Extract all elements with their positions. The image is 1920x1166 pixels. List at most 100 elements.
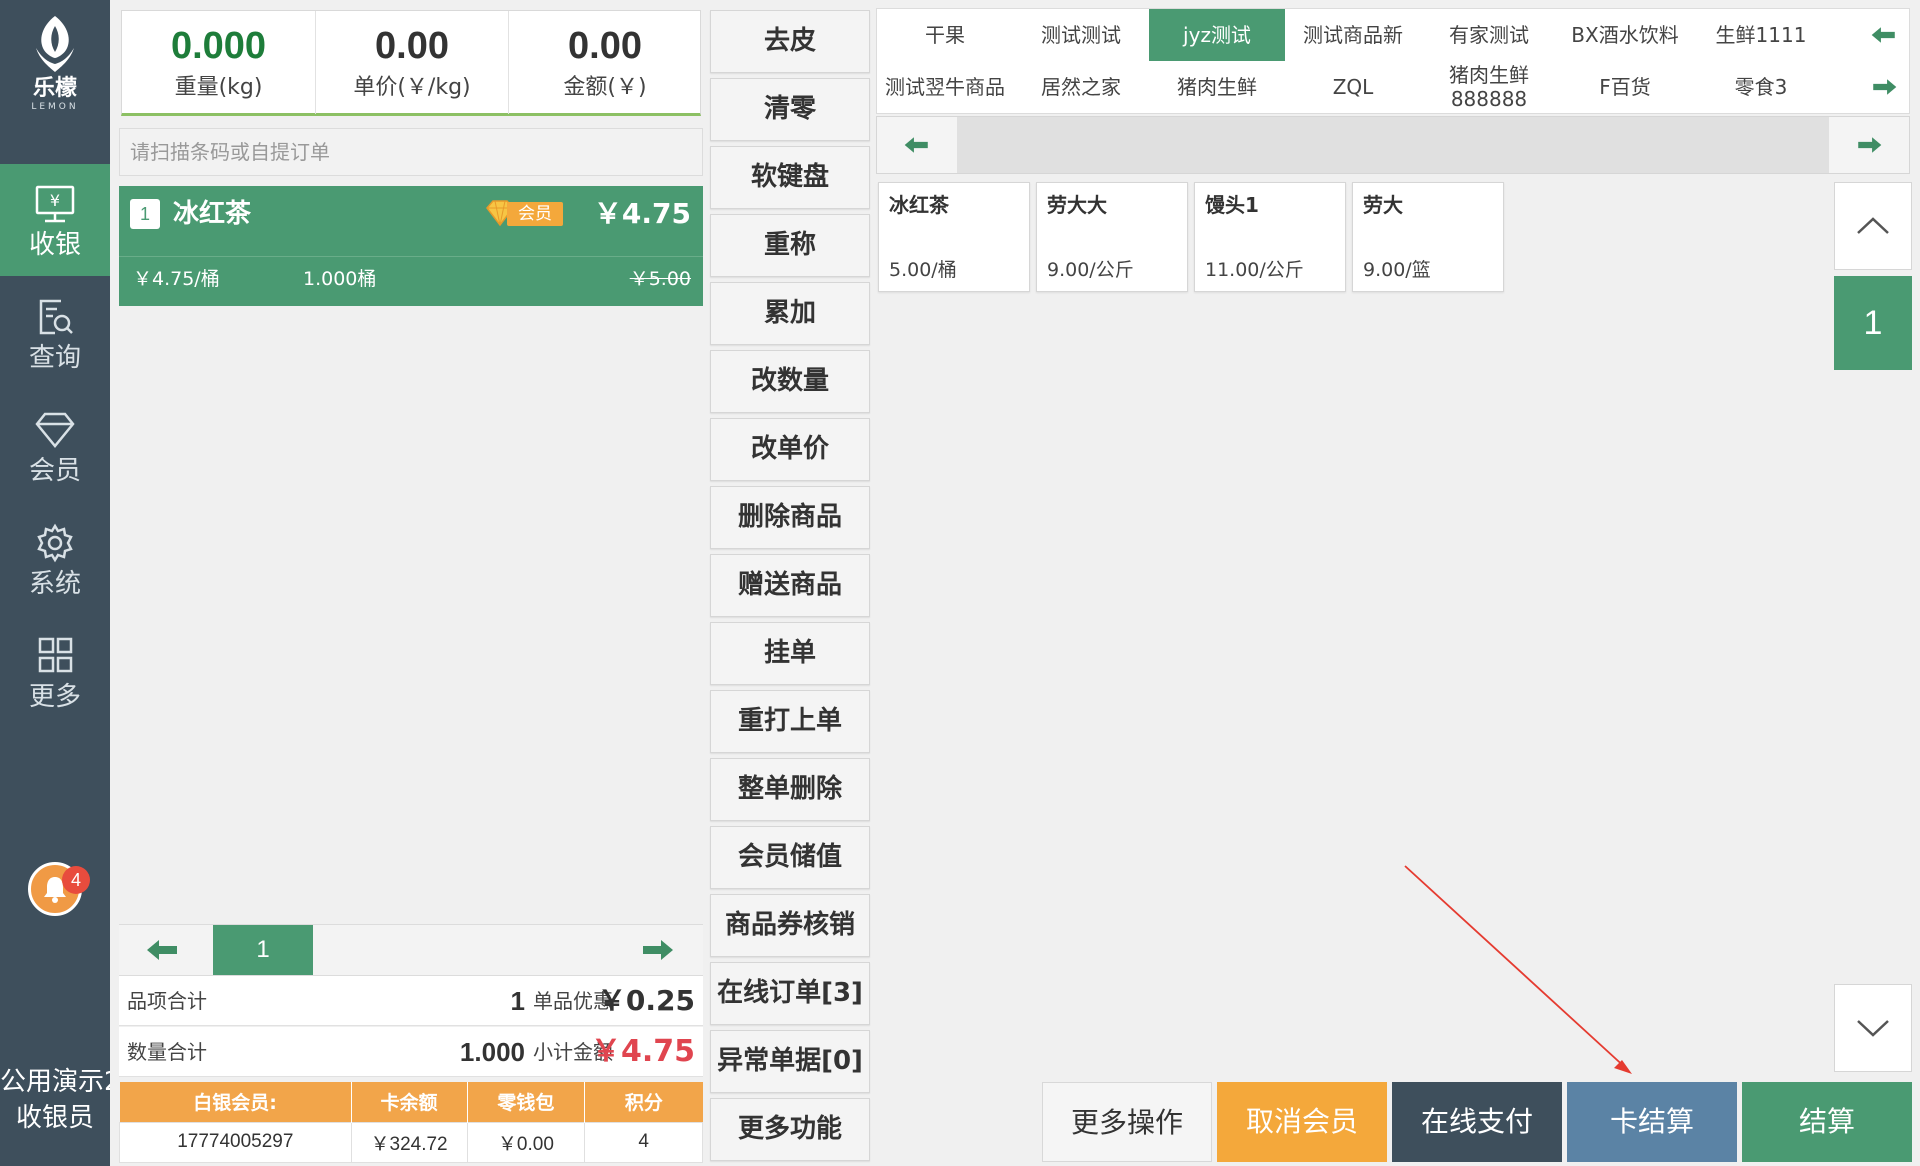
product-page-up-button[interactable]	[1834, 182, 1912, 270]
scale-display: 0.000 重量(kg) 0.00 单价(￥/kg) 0.00 金额(￥)	[121, 10, 701, 116]
card-checkout-button[interactable]: 卡结算	[1567, 1082, 1737, 1162]
cart-item[interactable]: 1 冰红茶 会员 ￥4.75 ￥4.75/桶 1.000桶 ￥5.00	[119, 186, 703, 306]
member-recharge-button[interactable]: 会员储值	[710, 826, 870, 889]
wallet-header: 零钱包	[467, 1082, 586, 1122]
category-tab[interactable]: BX酒水饮料	[1557, 9, 1693, 61]
barcode-input[interactable]	[119, 128, 703, 176]
brand-logo: 乐檬 LEMON	[0, 14, 110, 112]
member-info-table: 白银会员: 卡余额 零钱包 积分 17774005297 ￥324.72 ￥0.…	[119, 1082, 703, 1163]
items-count-value: 1	[510, 986, 525, 1016]
product-card[interactable]: 冰红茶 5.00/桶	[878, 182, 1030, 292]
soft-keyboard-button[interactable]: 软键盘	[710, 146, 870, 209]
nav-item-system[interactable]: 系统	[0, 503, 110, 615]
unit-price-value: 0.00	[375, 25, 449, 67]
items-count-label: 品项合计	[127, 989, 207, 1013]
gear-icon	[37, 523, 73, 563]
more-operations-button[interactable]: 更多操作	[1042, 1082, 1212, 1162]
category-tab[interactable]: 猪肉生鲜	[1149, 61, 1285, 113]
zero-button[interactable]: 清零	[710, 78, 870, 141]
online-pay-button[interactable]: 在线支付	[1392, 1082, 1562, 1162]
arrow-right-icon	[1858, 137, 1882, 153]
delete-item-button[interactable]: 删除商品	[710, 486, 870, 549]
category-tab[interactable]: 测试商品新	[1285, 9, 1421, 61]
cart-pager: 1	[119, 924, 703, 976]
category-tab-active[interactable]: jyz测试	[1149, 9, 1285, 61]
category-tab[interactable]: 猪肉生鲜888888	[1421, 61, 1557, 113]
category-tab[interactable]: 生鲜1111	[1693, 9, 1829, 61]
online-orders-button[interactable]: 在线订单[3]	[710, 962, 870, 1025]
nav-label: 查询	[28, 343, 81, 373]
product-page-down-button[interactable]	[1834, 984, 1912, 1072]
hold-order-button[interactable]: 挂单	[710, 622, 870, 685]
nav-item-query[interactable]: 查询	[0, 277, 110, 389]
unit-price-cell: 0.00 单价(￥/kg)	[315, 11, 508, 114]
reprint-last-button[interactable]: 重打上单	[710, 690, 870, 753]
search-doc-icon	[39, 299, 73, 335]
nav-item-member[interactable]: 会员	[0, 390, 110, 502]
product-price: 9.00/篮	[1363, 259, 1431, 281]
user-role: 收银员	[15, 1103, 94, 1133]
nav-item-cashier[interactable]: ¥ 收银	[0, 164, 110, 276]
product-card[interactable]: 劳大 9.00/篮	[1352, 182, 1504, 292]
accumulate-button[interactable]: 累加	[710, 282, 870, 345]
member-table-header: 白银会员: 卡余额 零钱包 积分	[119, 1082, 703, 1122]
arrow-left-icon[interactable]	[145, 937, 181, 963]
brand-name: 乐檬	[32, 76, 77, 101]
cancel-member-button[interactable]: 取消会员	[1217, 1082, 1387, 1162]
totals-row-items: 品项合计 1 单品优惠 ￥0.25	[119, 976, 703, 1026]
card-balance: ￥324.72	[350, 1121, 468, 1163]
category-tabs: 干果 测试测试 jyz测试 测试商品新 有家测试 BX酒水饮料 生鲜1111 测…	[876, 8, 1910, 114]
product-card[interactable]: 馒头1 11.00/公斤	[1194, 182, 1346, 292]
grid-icon	[38, 637, 73, 673]
card-balance-header: 卡余额	[351, 1082, 468, 1122]
gift-item-button[interactable]: 赠送商品	[710, 554, 870, 617]
member-points: 4	[584, 1121, 703, 1163]
checkout-button[interactable]: 结算	[1742, 1082, 1912, 1162]
arrow-right-icon	[1873, 79, 1897, 95]
qty-total-value: 1.000	[459, 1037, 525, 1067]
arrow-left-icon	[1871, 27, 1895, 43]
svg-text:¥: ¥	[50, 191, 60, 210]
category-tab[interactable]: F百货	[1557, 61, 1693, 113]
category-tab[interactable]: 测试测试	[1013, 9, 1149, 61]
category-tab[interactable]: 有家测试	[1421, 9, 1557, 61]
nav-label: 收银	[28, 230, 81, 260]
subcategory-next-button[interactable]	[1829, 117, 1909, 173]
abnormal-orders-button[interactable]: 异常单据[0]	[710, 1030, 870, 1093]
weight-cell: 0.000 重量(kg)	[122, 11, 315, 114]
category-prev-button[interactable]	[1859, 9, 1909, 61]
member-phone: 17774005297	[119, 1121, 352, 1163]
subcategory-prev-button[interactable]	[877, 117, 957, 173]
category-tab[interactable]: ZQL	[1285, 61, 1421, 113]
product-card[interactable]: 劳大大 9.00/公斤	[1036, 182, 1188, 292]
cashier-screen-icon: ¥	[35, 185, 75, 223]
tare-button[interactable]: 去皮	[710, 10, 870, 73]
product-page-current[interactable]: 1	[1834, 276, 1912, 370]
cart-page-current[interactable]: 1	[213, 925, 313, 975]
diamond-icon	[35, 412, 75, 448]
category-tab[interactable]: 居然之家	[1013, 61, 1149, 113]
clear-order-button[interactable]: 整单删除	[710, 758, 870, 821]
more-functions-button[interactable]: 更多功能	[710, 1098, 870, 1161]
category-tab[interactable]: 测试翌牛商品	[877, 61, 1013, 113]
product-price: 9.00/公斤	[1047, 259, 1134, 281]
discount-amount: ￥0.25	[597, 984, 695, 1017]
change-quantity-button[interactable]: 改数量	[710, 350, 870, 413]
wallet-balance: ￥0.00	[466, 1121, 586, 1163]
amount-value: 0.00	[568, 25, 642, 67]
arrow-right-icon[interactable]	[639, 937, 675, 963]
product-price: 5.00/桶	[889, 259, 957, 281]
subcategory-bar	[876, 116, 1910, 174]
product-name: 馒头1	[1205, 193, 1259, 217]
brand-name-en: LEMON	[31, 102, 79, 112]
nav-item-more[interactable]: 更多	[0, 616, 110, 728]
change-price-button[interactable]: 改单价	[710, 418, 870, 481]
product-price: 11.00/公斤	[1205, 259, 1304, 281]
reweigh-button[interactable]: 重称	[710, 214, 870, 277]
category-next-button[interactable]	[1859, 61, 1909, 113]
product-name: 冰红茶	[889, 193, 949, 217]
category-tab[interactable]: 零食3	[1693, 61, 1829, 113]
coupon-redeem-button[interactable]: 商品券核销	[710, 894, 870, 957]
category-tab[interactable]: 干果	[877, 9, 1013, 61]
member-level-header: 白银会员:	[119, 1082, 352, 1122]
